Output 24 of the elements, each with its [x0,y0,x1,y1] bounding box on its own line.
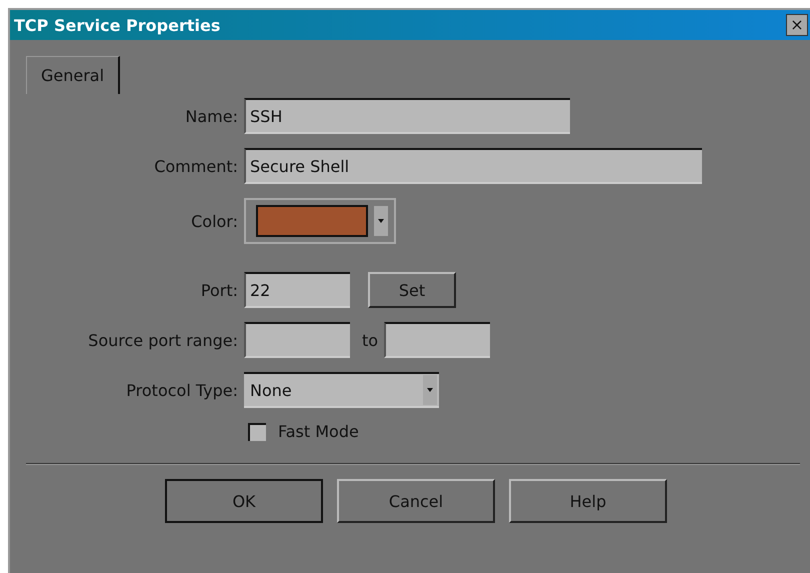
range-start-input[interactable] [244,322,350,358]
caret-icon [374,206,388,236]
fast-mode-checkbox[interactable]: Fast Mode [248,422,359,441]
field-label: Comment: [153,156,238,176]
protocol-dropdown[interactable]: None [244,372,439,408]
range-separator: to [362,330,378,350]
field-label: Name: [184,106,238,126]
field-label: Port: [200,280,238,300]
field-label: Color: [190,212,238,230]
field-label: Source port range: [87,330,238,350]
name-input[interactable]: SSH [244,98,570,134]
comment-input[interactable]: Secure Shell [244,148,702,184]
dialog-button[interactable]: Help [509,479,667,523]
field-label: Protocol Type: [125,380,238,400]
set-button[interactable]: Set [368,272,456,308]
dialog-button[interactable]: Cancel [337,479,495,523]
tab[interactable]: General [26,56,120,94]
caret-icon [423,375,437,405]
port-input[interactable]: 22 [244,272,350,308]
color-dropdown[interactable] [244,198,396,244]
range-end-input[interactable] [384,322,490,358]
dialog-button[interactable]: OK [165,479,323,523]
close-button[interactable]: × [786,14,808,36]
window-title: TCP Service Properties [14,16,220,34]
